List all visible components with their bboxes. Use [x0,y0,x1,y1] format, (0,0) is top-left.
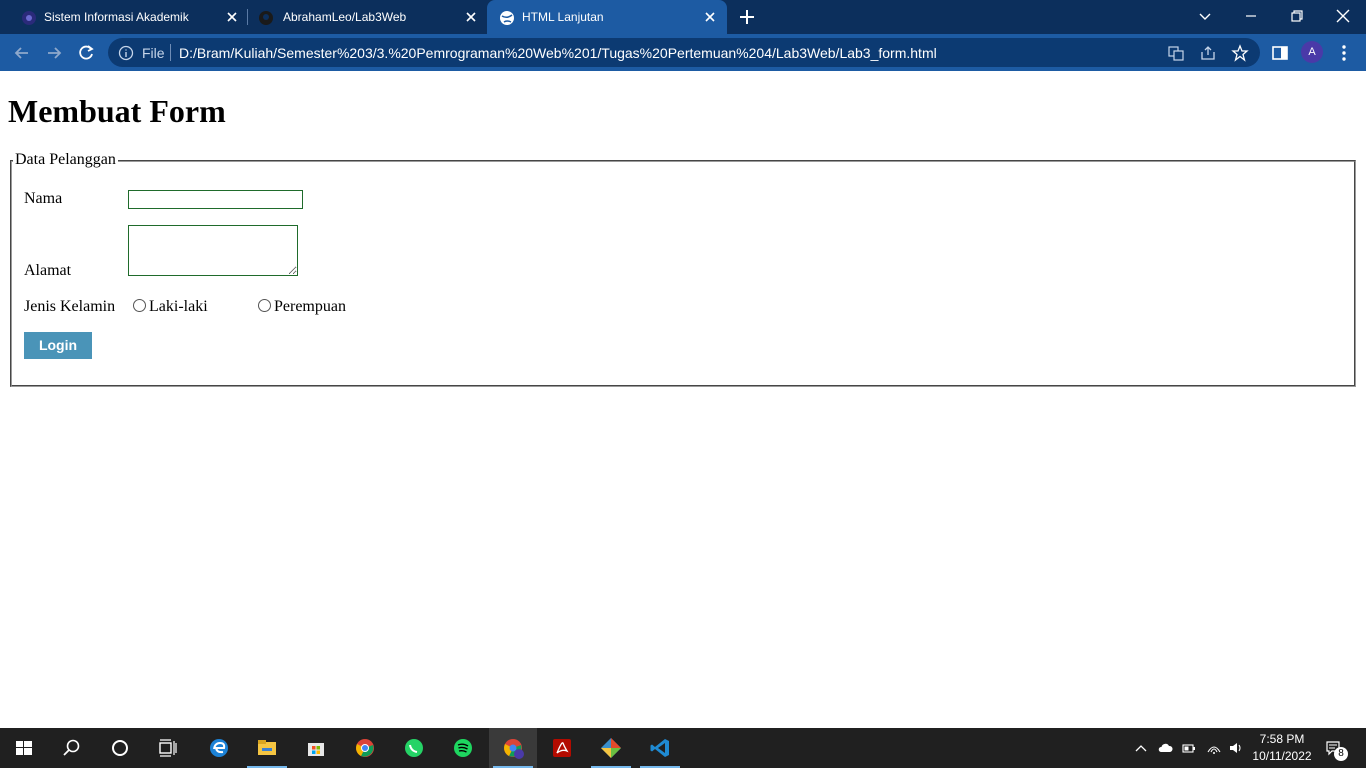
spotify-icon [454,739,472,757]
close-tab-icon[interactable] [224,9,240,25]
new-tab-plus-icon[interactable] [738,8,756,26]
fieldset-legend: Data Pelanggan [13,151,118,169]
radio-perempuan[interactable] [258,299,271,312]
back-arrow-icon[interactable] [12,43,32,63]
address-separator [170,44,171,61]
whatsapp-icon [405,739,423,757]
start-icon [16,741,32,755]
siakad-favicon-icon [22,11,36,25]
chrome-profile-icon [504,739,524,759]
start-button[interactable] [0,728,48,768]
login-button[interactable]: Login [24,332,92,359]
taskbar-whatsapp[interactable] [390,728,438,768]
radio-laki-laki-label: Laki-laki [149,298,208,315]
url-text[interactable]: D:/Bram/Kuliah/Semester%203/3.%20Pemrogr… [179,45,937,61]
radio-perempuan-label: Perempuan [274,298,346,315]
bookmark-star-icon[interactable] [1231,44,1249,62]
scheme-label: File [142,45,165,61]
nama-label: Nama [24,190,63,207]
address-bar[interactable]: File D:/Bram/Kuliah/Semester%203/3.%20Pe… [108,38,1260,67]
git-icon [601,738,621,758]
tab-html-lanjutan[interactable]: HTML Lanjutan [487,0,727,34]
alamat-label: Alamat [24,262,72,279]
restore-icon[interactable] [1287,6,1307,26]
task-view-button[interactable] [144,728,192,768]
clock-date[interactable]: 10/11/2022 [1251,749,1313,763]
close-window-icon[interactable] [1333,6,1353,26]
minimize-icon[interactable] [1241,6,1261,26]
wifi-icon[interactable] [1206,740,1222,756]
jenis-kelamin-label: Jenis Kelamin [24,298,116,315]
volume-icon[interactable] [1228,740,1244,756]
profile-avatar[interactable]: A [1301,41,1323,63]
task-view-icon [159,739,177,757]
taskbar-file-explorer[interactable] [243,728,291,768]
tab-search-chevron-icon[interactable] [1195,6,1215,26]
forward-arrow-icon[interactable] [44,43,64,63]
tab-title: AbrahamLeo/Lab3Web [283,10,407,24]
kebab-menu-icon[interactable] [1334,43,1354,63]
cortana-button[interactable] [96,728,144,768]
tab-sistem-informasi-akademik[interactable]: Sistem Informasi Akademik [0,0,246,34]
chrome-icon [356,739,374,757]
tab-github-lab3web[interactable]: AbrahamLeo/Lab3Web [248,0,486,34]
page-viewport: Membuat Form Data Pelanggan Nama Alamat … [0,71,1366,728]
taskbar-acrobat[interactable] [538,728,586,768]
taskbar-vscode[interactable] [636,728,684,768]
globe-icon [500,11,514,25]
browser-tab-strip: Sistem Informasi Akademik AbrahamLeo/Lab… [0,0,1366,34]
search-icon [63,739,80,756]
reload-icon[interactable] [76,43,96,63]
clock-time[interactable]: 7:58 PM [1256,732,1308,746]
nama-input[interactable] [128,190,303,209]
taskbar-edge[interactable] [195,728,243,768]
notification-count-badge: 8 [1334,747,1348,761]
github-icon [259,11,273,25]
taskbar-microsoft-store[interactable] [292,728,340,768]
page-title: Membuat Form [8,93,226,129]
side-panel-icon[interactable] [1270,43,1290,63]
share-icon[interactable] [1199,44,1217,62]
cortana-icon [112,740,128,756]
onedrive-cloud-icon[interactable] [1157,740,1173,756]
close-tab-icon[interactable] [702,9,718,25]
search-button[interactable] [48,728,96,768]
close-tab-icon[interactable] [463,9,479,25]
taskbar-spotify[interactable] [439,728,487,768]
microsoft-store-icon [308,743,324,756]
translate-icon[interactable] [1167,44,1185,62]
taskbar-git[interactable] [587,728,635,768]
tab-title: HTML Lanjutan [522,10,604,24]
taskbar-chrome[interactable] [341,728,389,768]
windows-taskbar: 7:58 PM 10/11/2022 8 [0,728,1366,768]
edge-icon [210,739,228,757]
battery-plug-icon[interactable] [1181,740,1197,756]
info-icon[interactable] [118,45,134,61]
file-explorer-icon [258,740,276,755]
tab-title: Sistem Informasi Akademik [44,10,189,24]
alamat-textarea[interactable] [128,225,298,276]
radio-laki-laki[interactable] [133,299,146,312]
vscode-icon [650,739,669,757]
taskbar-chrome-profile[interactable] [489,728,537,768]
acrobat-icon [553,739,571,757]
chevron-up-icon[interactable] [1133,740,1149,756]
browser-toolbar: File D:/Bram/Kuliah/Semester%203/3.%20Pe… [0,34,1366,71]
